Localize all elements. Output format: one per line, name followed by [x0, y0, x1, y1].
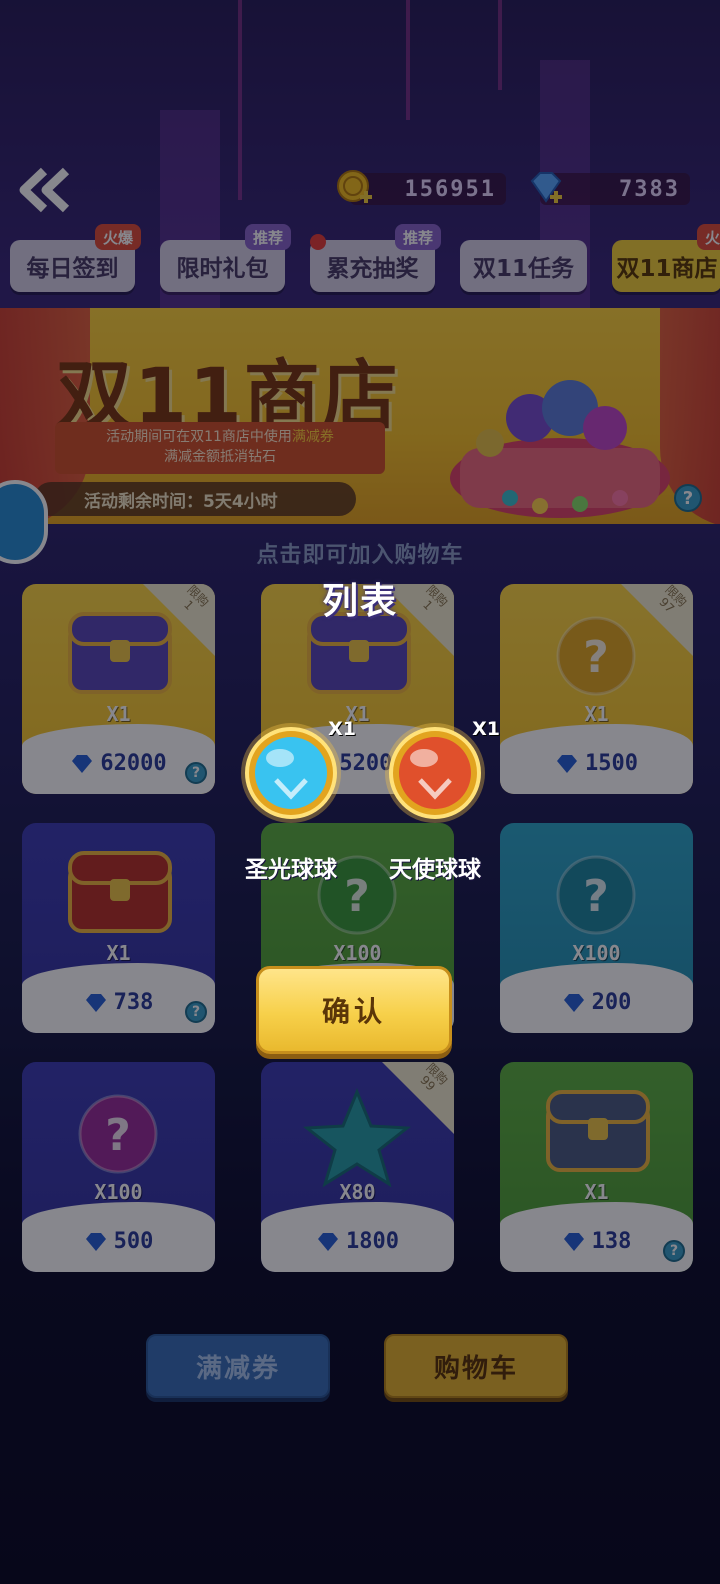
reward-item: X1 天使球球 — [370, 718, 500, 883]
reward-name: 天使球球 — [389, 857, 481, 883]
confirm-button[interactable]: 确认 — [256, 966, 452, 1054]
reward-item: X1 圣光球球 — [226, 718, 356, 883]
modal-overlay[interactable] — [0, 0, 720, 1584]
reward-quantity: X1 — [472, 718, 500, 740]
modal-title: 列表 — [321, 581, 398, 622]
reward-name: 圣光球球 — [245, 857, 337, 883]
reward-quantity: X1 — [328, 718, 356, 740]
